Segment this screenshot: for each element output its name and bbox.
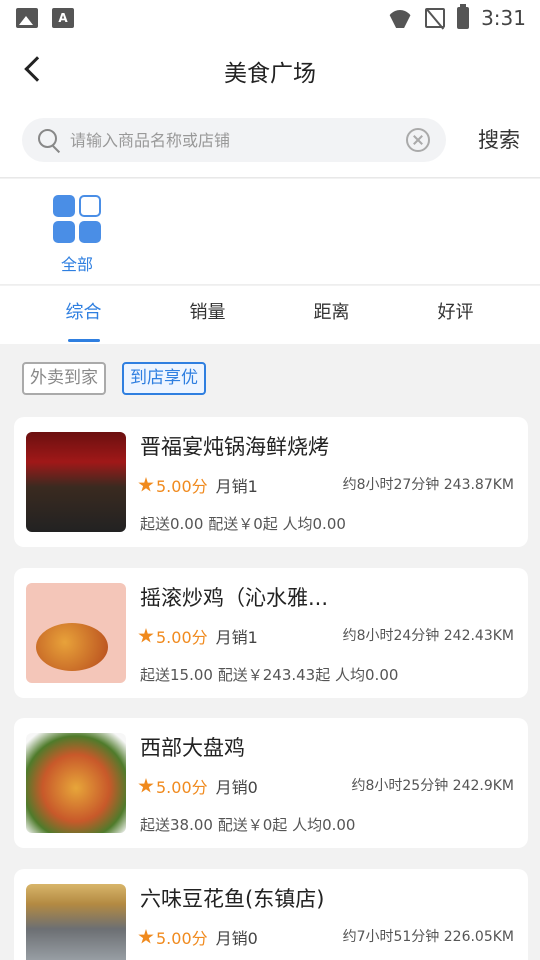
shop-name: 西部大盘鸡 (140, 736, 245, 760)
category-all[interactable]: 全部 (50, 195, 104, 275)
shop-distance: 约7小时51分钟 226.05KM (342, 929, 514, 945)
shop-thumbnail (26, 884, 126, 960)
star-icon (138, 628, 154, 643)
avg-price: 人均0.00 (335, 666, 399, 684)
monthly-sales: 月销0 (215, 929, 258, 948)
page-title: 美食广场 (224, 61, 316, 87)
shop-rating: 5.00分 月销1 (138, 473, 258, 497)
min-order: 起送15.00 (140, 666, 213, 684)
category-bar: 全部 (0, 179, 540, 285)
search-input[interactable] (70, 118, 390, 162)
no-signal-icon (425, 8, 446, 28)
shop-card[interactable]: 摇滚炒鸡（沁水雅... 5.00分 月销1 约8小时24分钟 242.43KM 起… (14, 568, 528, 698)
shop-thumbnail (26, 583, 126, 683)
wifi-icon (387, 8, 413, 28)
rating-value: 5.00分 (156, 929, 208, 948)
filter-dine-in[interactable]: 到店享优 (122, 362, 206, 395)
search-box[interactable] (22, 118, 446, 162)
star-icon (138, 929, 154, 944)
gallery-notification-icon (16, 8, 38, 28)
filter-delivery[interactable]: 外卖到家 (22, 362, 106, 395)
star-icon (138, 477, 154, 492)
shop-rating: 5.00分 月销0 (138, 774, 258, 798)
tab-sales[interactable]: 销量 (140, 286, 275, 344)
star-icon (138, 778, 154, 793)
battery-icon (457, 4, 470, 29)
clear-icon[interactable] (406, 128, 430, 152)
rating-value: 5.00分 (156, 628, 208, 647)
shop-card[interactable]: 六味豆花鱼(东镇店) 5.00分 月销0 约7小时51分钟 226.05KM (14, 869, 528, 960)
min-order: 起送0.00 (140, 515, 204, 533)
category-label: 全部 (60, 255, 93, 274)
shop-rating: 5.00分 月销0 (138, 925, 258, 949)
shop-meta: 起送15.00 配送￥243.43起 人均0.00 (140, 664, 398, 685)
text-notification-icon: A (52, 8, 74, 28)
tab-label: 距离 (313, 302, 350, 323)
tab-distance[interactable]: 距离 (264, 286, 399, 344)
search-bar: 搜索 (0, 104, 540, 178)
shop-thumbnail (26, 432, 126, 532)
shop-thumbnail (26, 733, 126, 833)
delivery-fee: 配送￥0起 (217, 816, 288, 834)
min-order: 起送38.00 (140, 816, 213, 834)
shop-name: 晋福宴炖锅海鲜烧烤 (140, 435, 329, 459)
tab-label: 销量 (189, 302, 226, 323)
shop-meta: 起送38.00 配送￥0起 人均0.00 (140, 814, 355, 835)
tab-comprehensive[interactable]: 综合 (16, 286, 151, 344)
search-icon (38, 129, 62, 153)
shop-distance: 约8小时25分钟 242.9KM (351, 778, 514, 794)
shop-name: 摇滚炒鸡（沁水雅... (140, 586, 329, 610)
tab-label: 综合 (65, 302, 102, 323)
grid-icon (53, 195, 101, 243)
shop-card[interactable]: 西部大盘鸡 5.00分 月销0 约8小时25分钟 242.9KM 起送38.00 … (14, 718, 528, 848)
avg-price: 人均0.00 (292, 816, 356, 834)
delivery-fee: 配送￥243.43起 (217, 666, 331, 684)
sort-tabs: 综合 销量 距离 好评 (0, 286, 540, 344)
status-time: 3:31 (481, 6, 526, 30)
monthly-sales: 月销1 (215, 477, 258, 496)
header: 美食广场 (0, 36, 540, 104)
shop-distance: 约8小时27分钟 243.87KM (342, 477, 514, 493)
shop-card[interactable]: 晋福宴炖锅海鲜烧烤 5.00分 月销1 约8小时27分钟 243.87KM 起送0… (14, 417, 528, 547)
shop-meta: 起送0.00 配送￥0起 人均0.00 (140, 513, 346, 534)
shop-distance: 约8小时24分钟 242.43KM (342, 628, 514, 644)
monthly-sales: 月销1 (215, 628, 258, 647)
shop-rating: 5.00分 月销1 (138, 624, 258, 648)
active-tab-indicator (67, 339, 100, 342)
search-button[interactable]: 搜索 (478, 124, 520, 154)
tab-rating[interactable]: 好评 (388, 286, 523, 344)
rating-value: 5.00分 (156, 477, 208, 496)
status-bar: A 3:31 (0, 0, 540, 36)
rating-value: 5.00分 (156, 778, 208, 797)
monthly-sales: 月销0 (215, 778, 258, 797)
delivery-fee: 配送￥0起 (208, 515, 278, 533)
avg-price: 人均0.00 (282, 515, 346, 533)
filter-chips: 外卖到家 到店享优 (22, 362, 206, 395)
tab-label: 好评 (437, 302, 474, 323)
shop-name: 六味豆花鱼(东镇店) (140, 887, 325, 911)
